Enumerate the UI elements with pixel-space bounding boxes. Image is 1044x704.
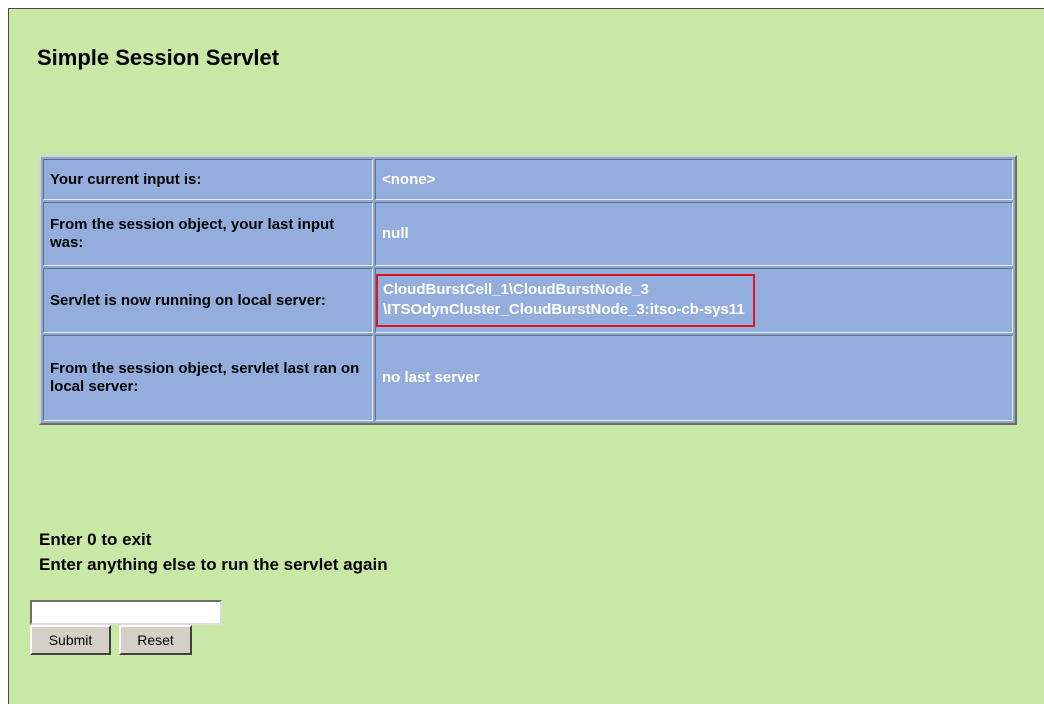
row-value-current-input: <none> <box>375 159 1013 200</box>
instructions: Enter 0 to exit Enter anything else to r… <box>39 527 388 577</box>
server-path-line-1: CloudBurstCell_1\CloudBurstNode_3 <box>383 281 649 298</box>
row-label-last-input: From the session object, your last input… <box>43 202 373 266</box>
table-row: Servlet is now running on local server: … <box>43 268 1013 333</box>
table-row: From the session object, your last input… <box>43 202 1013 266</box>
row-value-last-input: null <box>375 202 1013 266</box>
highlight-box: CloudBurstCell_1\CloudBurstNode_3 \ITSOd… <box>376 274 755 327</box>
submit-button[interactable]: Submit <box>30 625 111 655</box>
row-value-running-server: CloudBurstCell_1\CloudBurstNode_3 \ITSOd… <box>375 268 1013 333</box>
session-info-table: Your current input is: <none> From the s… <box>39 155 1017 425</box>
server-path-line-2: \ITSOdynCluster_CloudBurstNode_3:itso-cb… <box>383 301 745 318</box>
page-title: Simple Session Servlet <box>37 45 280 70</box>
row-value-last-server: no last server <box>375 335 1013 421</box>
reset-button[interactable]: Reset <box>119 625 192 655</box>
input-field[interactable] <box>30 600 222 625</box>
instruction-run-again: Enter anything else to run the servlet a… <box>39 555 388 574</box>
instruction-exit: Enter 0 to exit <box>39 530 152 549</box>
row-label-last-server: From the session object, servlet last ra… <box>43 335 373 421</box>
row-label-running-server: Servlet is now running on local server: <box>43 268 373 333</box>
table-row: From the session object, servlet last ra… <box>43 335 1013 421</box>
table-row: Your current input is: <none> <box>43 159 1013 200</box>
row-label-current-input: Your current input is: <box>43 159 373 200</box>
